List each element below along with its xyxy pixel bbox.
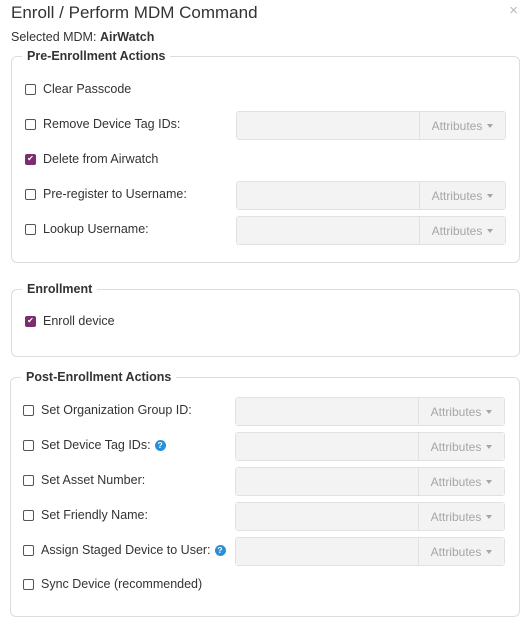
set-asset-number-row[interactable]: Set Asset Number: <box>23 470 145 490</box>
set-org-group-id-field: Attributes <box>235 397 505 426</box>
remove-device-tag-ids-input[interactable] <box>237 112 420 139</box>
enrollment-group: Enrollment Enroll device <box>11 282 520 357</box>
set-friendly-name-checkbox[interactable] <box>23 509 34 521</box>
lookup-username-label: Lookup Username: <box>43 222 149 236</box>
lookup-username-input[interactable] <box>237 217 420 244</box>
pre-register-username-input[interactable] <box>237 182 420 209</box>
caret-down-icon <box>487 193 494 198</box>
attributes-label: Attributes <box>430 509 482 524</box>
set-device-tag-ids-label: Set Device Tag IDs: <box>41 438 151 452</box>
set-org-group-id-attributes-button[interactable]: Attributes <box>419 398 504 425</box>
pre-register-username-attributes-button[interactable]: Attributes <box>420 182 505 209</box>
set-device-tag-ids-attributes-button[interactable]: Attributes <box>419 433 504 460</box>
lookup-username-field: Attributes <box>236 216 506 245</box>
remove-device-tag-ids-field: Attributes <box>236 111 506 140</box>
set-org-group-id-input[interactable] <box>236 398 419 425</box>
assign-staged-device-attributes-button[interactable]: Attributes <box>419 538 504 565</box>
caret-down-icon <box>486 549 493 554</box>
attributes-label: Attributes <box>431 188 483 203</box>
enrollment-legend: Enrollment <box>22 282 98 297</box>
assign-staged-device-field: Attributes <box>235 537 505 566</box>
remove-device-tag-ids-attributes-button[interactable]: Attributes <box>420 112 505 139</box>
remove-device-tag-ids-row[interactable]: Remove Device Tag IDs: <box>25 114 180 134</box>
attributes-label: Attributes <box>430 439 482 454</box>
set-friendly-name-label: Set Friendly Name: <box>41 508 148 522</box>
remove-device-tag-ids-label: Remove Device Tag IDs: <box>43 117 181 131</box>
enroll-device-checkbox[interactable] <box>25 315 36 327</box>
lookup-username-attributes-button[interactable]: Attributes <box>420 217 505 244</box>
attributes-label: Attributes <box>431 118 483 133</box>
post-enrollment-legend: Post-Enrollment Actions <box>21 370 177 385</box>
assign-staged-device-checkbox[interactable] <box>23 544 34 556</box>
caret-down-icon <box>486 514 493 519</box>
set-org-group-id-label: Set Organization Group ID: <box>41 403 192 417</box>
clear-passcode-label: Clear Passcode <box>43 82 132 96</box>
sync-device-label: Sync Device (recommended) <box>41 577 203 591</box>
set-friendly-name-row[interactable]: Set Friendly Name: <box>23 505 148 525</box>
clear-passcode-checkbox[interactable] <box>25 83 36 95</box>
selected-mdm-label: Selected MDM: <box>11 30 97 44</box>
set-asset-number-label: Set Asset Number: <box>41 473 146 487</box>
delete-from-airwatch-row[interactable]: Delete from Airwatch <box>25 149 158 169</box>
pre-enrollment-legend: Pre-Enrollment Actions <box>22 49 171 64</box>
lookup-username-row[interactable]: Lookup Username: <box>25 219 149 239</box>
caret-down-icon <box>487 228 494 233</box>
set-device-tag-ids-input[interactable] <box>236 433 419 460</box>
pre-register-username-field: Attributes <box>236 181 506 210</box>
caret-down-icon <box>486 444 493 449</box>
set-asset-number-checkbox[interactable] <box>23 474 34 486</box>
caret-down-icon <box>487 123 494 128</box>
selected-mdm: Selected MDM: AirWatch <box>11 30 154 44</box>
sync-device-checkbox[interactable] <box>23 578 34 590</box>
enroll-device-row[interactable]: Enroll device <box>25 311 115 331</box>
pre-register-username-row[interactable]: Pre-register to Username: <box>25 184 187 204</box>
pre-enrollment-group: Pre-Enrollment Actions Clear Passcode Re… <box>11 49 520 263</box>
attributes-label: Attributes <box>431 223 483 238</box>
set-org-group-id-checkbox[interactable] <box>23 404 34 416</box>
delete-from-airwatch-label: Delete from Airwatch <box>43 152 159 166</box>
caret-down-icon <box>486 409 493 414</box>
pre-register-username-checkbox[interactable] <box>25 188 36 200</box>
lookup-username-checkbox[interactable] <box>25 223 36 235</box>
selected-mdm-value: AirWatch <box>99 30 155 44</box>
attributes-label: Attributes <box>430 544 482 559</box>
assign-staged-device-label: Assign Staged Device to User: <box>41 543 211 557</box>
assign-staged-device-row[interactable]: Assign Staged Device to User: ? <box>23 540 226 560</box>
modal-title: Enroll / Perform MDM Command <box>11 3 258 22</box>
caret-down-icon <box>486 479 493 484</box>
clear-passcode-row[interactable]: Clear Passcode <box>25 79 131 99</box>
set-asset-number-attributes-button[interactable]: Attributes <box>419 468 504 495</box>
set-device-tag-ids-field: Attributes <box>235 432 505 461</box>
post-enrollment-group: Post-Enrollment Actions Set Organization… <box>10 370 520 617</box>
question-circle-icon[interactable]: ? <box>154 439 166 451</box>
close-icon[interactable]: × <box>509 2 518 19</box>
set-friendly-name-field: Attributes <box>235 502 505 531</box>
attributes-label: Attributes <box>430 404 482 419</box>
remove-device-tag-ids-checkbox[interactable] <box>25 118 36 130</box>
set-device-tag-ids-row[interactable]: Set Device Tag IDs: ? <box>23 435 166 455</box>
pre-register-username-label: Pre-register to Username: <box>43 187 187 201</box>
set-friendly-name-input[interactable] <box>236 503 419 530</box>
attributes-label: Attributes <box>430 474 482 489</box>
question-circle-icon[interactable]: ? <box>214 544 226 556</box>
sync-device-row[interactable]: Sync Device (recommended) <box>23 574 202 594</box>
set-org-group-id-row[interactable]: Set Organization Group ID: <box>23 400 192 420</box>
enroll-device-label: Enroll device <box>43 314 115 328</box>
set-asset-number-input[interactable] <box>236 468 419 495</box>
assign-staged-device-input[interactable] <box>236 538 419 565</box>
set-device-tag-ids-checkbox[interactable] <box>23 439 34 451</box>
delete-from-airwatch-checkbox[interactable] <box>25 153 36 165</box>
set-friendly-name-attributes-button[interactable]: Attributes <box>419 503 504 530</box>
set-asset-number-field: Attributes <box>235 467 505 496</box>
